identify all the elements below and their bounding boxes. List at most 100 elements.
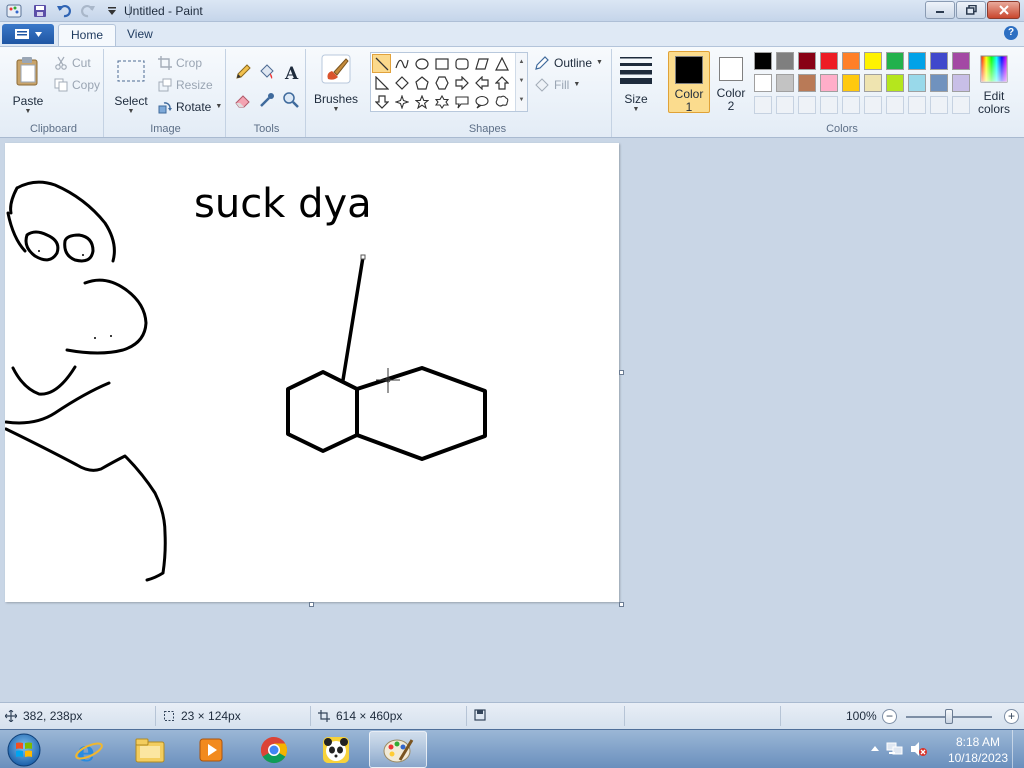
palette-swatch[interactable] — [820, 74, 838, 92]
shape-four-point-star-icon[interactable] — [392, 92, 411, 111]
taskbar-media-player[interactable] — [182, 731, 240, 768]
canvas-resize-handle-corner[interactable] — [619, 602, 624, 607]
expand-gallery-icon[interactable]: ▼ — [516, 91, 527, 110]
select-button[interactable]: Select ▼ — [109, 53, 153, 115]
palette-swatch[interactable] — [864, 52, 882, 70]
canvas-resize-handle-bottom[interactable] — [309, 602, 314, 607]
shape-oval-icon[interactable] — [412, 54, 431, 73]
volume-muted-icon[interactable] — [910, 741, 928, 757]
fill-button[interactable]: Fill ▼ — [534, 75, 580, 95]
palette-swatch[interactable] — [754, 74, 772, 92]
redo-icon[interactable] — [78, 2, 98, 20]
palette-swatch[interactable] — [908, 52, 926, 70]
color1-button[interactable]: Color 1 — [668, 51, 710, 114]
palette-swatch[interactable] — [754, 52, 772, 70]
shape-hexagon-icon[interactable] — [432, 73, 451, 92]
palette-swatch[interactable] — [908, 74, 926, 92]
shape-line-icon[interactable] — [372, 54, 391, 73]
close-button[interactable] — [987, 1, 1020, 19]
canvas-resize-handle-right[interactable] — [619, 370, 624, 375]
shape-up-arrow-icon[interactable] — [492, 73, 511, 92]
shape-diamond-icon[interactable] — [392, 73, 411, 92]
palette-swatch[interactable] — [908, 96, 926, 114]
tab-home[interactable]: Home — [58, 24, 117, 46]
tab-view[interactable]: View — [115, 24, 165, 46]
shape-right-arrow-icon[interactable] — [452, 73, 471, 92]
save-icon[interactable] — [30, 2, 50, 20]
palette-swatch[interactable] — [952, 96, 970, 114]
crop-button[interactable]: Crop — [158, 53, 202, 73]
shape-rounded-rectangle-icon[interactable] — [452, 54, 471, 73]
cut-button[interactable]: Cut — [54, 53, 91, 73]
palette-swatch[interactable] — [820, 52, 838, 70]
palette-swatch[interactable] — [798, 96, 816, 114]
taskbar-chrome[interactable] — [245, 731, 303, 768]
palette-swatch[interactable] — [842, 96, 860, 114]
palette-swatch[interactable] — [930, 74, 948, 92]
palette-swatch[interactable] — [754, 96, 772, 114]
shape-rect-callout-icon[interactable] — [452, 92, 471, 111]
color2-button[interactable]: Color 2 — [710, 51, 752, 113]
resize-button[interactable]: Resize — [158, 75, 213, 95]
palette-swatch[interactable] — [820, 96, 838, 114]
scroll-up-icon[interactable]: ▲ — [516, 53, 527, 72]
palette-swatch[interactable] — [864, 74, 882, 92]
taskbar-panda-app[interactable] — [307, 731, 365, 768]
palette-swatch[interactable] — [842, 74, 860, 92]
paint-app-icon[interactable] — [6, 3, 22, 19]
palette-swatch[interactable] — [776, 96, 794, 114]
zoom-slider-thumb[interactable] — [945, 709, 953, 724]
palette-swatch[interactable] — [886, 52, 904, 70]
zoom-in-button[interactable]: + — [1004, 709, 1019, 724]
start-button[interactable] — [4, 731, 44, 768]
shape-cloud-callout-icon[interactable] — [492, 92, 511, 111]
text-icon[interactable]: A — [280, 61, 302, 83]
shape-down-arrow-icon[interactable] — [372, 92, 391, 111]
taskbar-internet-explorer[interactable]: e — [60, 731, 118, 768]
clock[interactable]: 8:18 AM 10/18/2023 — [948, 734, 1008, 766]
zoom-out-button[interactable]: − — [882, 709, 897, 724]
undo-icon[interactable] — [54, 2, 74, 20]
drawing-canvas[interactable]: suck dya — [5, 143, 619, 602]
shape-curve-icon[interactable] — [392, 54, 411, 73]
show-hidden-icons-icon[interactable] — [870, 744, 880, 754]
eraser-icon[interactable] — [232, 89, 254, 111]
shape-pentagon-icon[interactable] — [412, 73, 431, 92]
palette-swatch[interactable] — [952, 74, 970, 92]
magnifier-icon[interactable] — [280, 89, 302, 111]
pencil-icon[interactable] — [232, 61, 254, 83]
copy-button[interactable]: Copy — [54, 75, 100, 95]
show-desktop-button[interactable] — [1012, 730, 1024, 768]
help-icon[interactable]: ? — [1004, 26, 1018, 40]
shape-six-point-star-icon[interactable] — [432, 92, 451, 111]
paint-menu-button[interactable] — [2, 24, 54, 44]
restore-button[interactable] — [956, 1, 986, 19]
size-button[interactable]: Size ▼ — [614, 51, 658, 113]
shape-triangle-icon[interactable] — [492, 54, 511, 73]
outline-button[interactable]: Outline ▼ — [534, 53, 603, 73]
network-icon[interactable] — [886, 741, 904, 757]
fill-bucket-icon[interactable] — [256, 61, 278, 83]
palette-swatch[interactable] — [930, 96, 948, 114]
palette-swatch[interactable] — [886, 74, 904, 92]
scroll-down-icon[interactable]: ▼ — [516, 72, 527, 91]
palette-swatch[interactable] — [776, 52, 794, 70]
palette-swatch[interactable] — [798, 74, 816, 92]
palette-swatch[interactable] — [798, 52, 816, 70]
brushes-button[interactable]: Brushes ▼ — [312, 51, 360, 113]
taskbar-paint[interactable] — [369, 731, 427, 768]
shape-five-point-star-icon[interactable] — [412, 92, 431, 111]
customize-qat-icon[interactable] — [102, 2, 122, 20]
color-picker-icon[interactable] — [256, 89, 278, 111]
paste-button[interactable]: Paste ▼ — [6, 53, 50, 115]
palette-swatch[interactable] — [886, 96, 904, 114]
edit-colors-button[interactable]: Edit colors — [974, 51, 1014, 116]
palette-swatch[interactable] — [864, 96, 882, 114]
palette-swatch[interactable] — [842, 52, 860, 70]
shapes-gallery-scroll[interactable]: ▲ ▼ ▼ — [515, 53, 527, 111]
palette-swatch[interactable] — [776, 74, 794, 92]
shape-rectangle-icon[interactable] — [432, 54, 451, 73]
shape-polygon-icon[interactable] — [472, 54, 491, 73]
rotate-button[interactable]: Rotate ▼ — [158, 97, 222, 117]
shape-oval-callout-icon[interactable] — [472, 92, 491, 111]
